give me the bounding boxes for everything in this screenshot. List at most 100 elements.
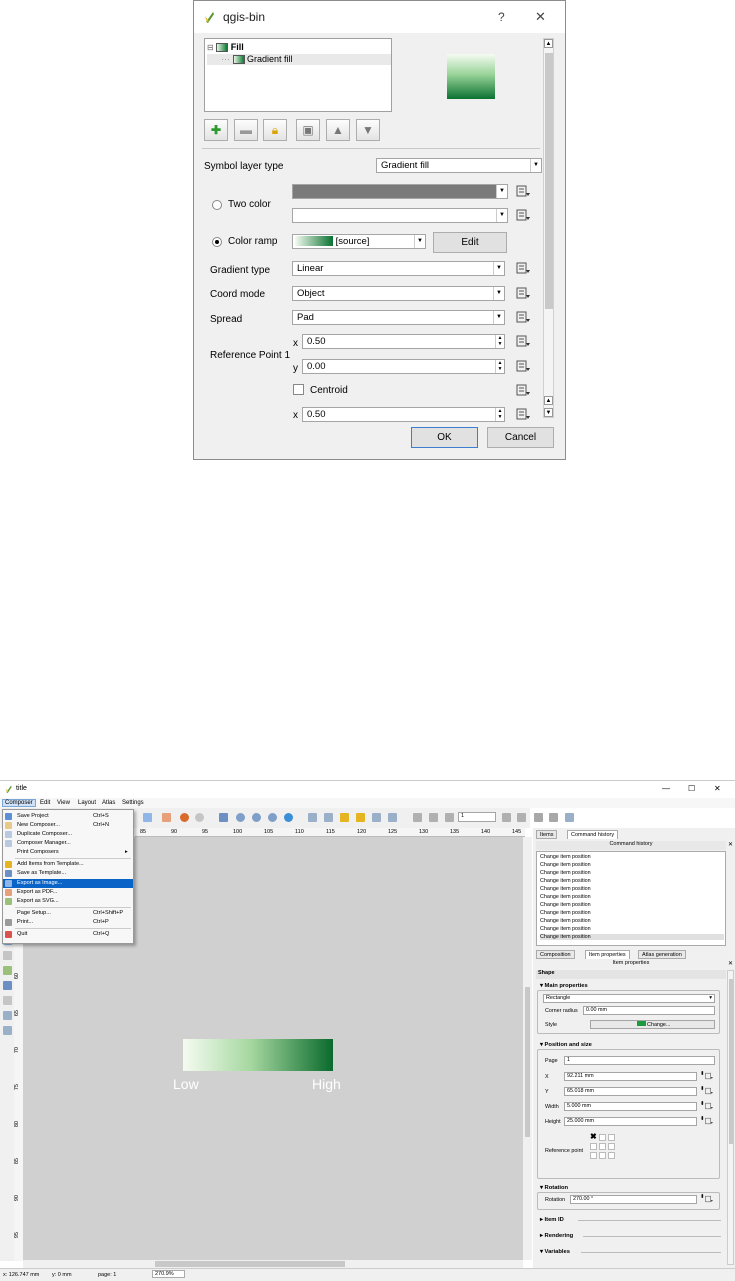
- zoom-in-icon[interactable]: [252, 813, 261, 822]
- edit-ramp-button[interactable]: Edit: [433, 232, 507, 253]
- data-defined-icon[interactable]: [516, 408, 532, 420]
- add-shape-icon[interactable]: [3, 966, 12, 975]
- add-html-icon[interactable]: [3, 1026, 12, 1035]
- next-feature-icon[interactable]: [502, 813, 511, 822]
- remove-layer-button[interactable]: ▬: [234, 119, 258, 141]
- export-pdf-icon[interactable]: [162, 813, 171, 822]
- spin-arrows-icon[interactable]: ▲ ▼: [495, 335, 504, 348]
- history-entry[interactable]: Change item position: [540, 894, 591, 900]
- tab-composition[interactable]: Composition: [536, 950, 575, 959]
- data-defined-icon[interactable]: [705, 1195, 714, 1203]
- menu-item-new-composer[interactable]: New Composer... Ctrl+N: [3, 821, 133, 830]
- canvas-vscrollbar[interactable]: [523, 837, 532, 1260]
- ref-point-cell[interactable]: [599, 1134, 606, 1141]
- lock-layer-button[interactable]: 🔒︎: [263, 119, 287, 141]
- duplicate-layer-button[interactable]: ▣: [296, 119, 320, 141]
- menu-composer[interactable]: Composer: [2, 799, 36, 807]
- ref-x-spinbox[interactable]: 0.50 ▲ ▼: [302, 334, 505, 349]
- x-field[interactable]: 92.211 mm: [564, 1072, 697, 1081]
- two-color-radio[interactable]: [212, 200, 222, 210]
- refresh-icon[interactable]: [284, 813, 293, 822]
- zoom-select[interactable]: 270.9%: [152, 1270, 185, 1278]
- zoom-100-icon[interactable]: [236, 813, 245, 822]
- atlas-settings-icon[interactable]: [565, 813, 574, 822]
- data-defined-icon[interactable]: [516, 185, 532, 197]
- history-entry[interactable]: Change item position: [540, 854, 591, 860]
- align-icon[interactable]: [388, 813, 397, 822]
- panel-scrollbar[interactable]: [727, 970, 734, 1265]
- history-list[interactable]: Change item position Change item position…: [536, 851, 726, 946]
- history-entry[interactable]: Change item position: [540, 910, 591, 916]
- menu-item-save-project[interactable]: Save Project Ctrl+S: [3, 812, 133, 821]
- print-atlas-icon[interactable]: [534, 813, 543, 822]
- spin-arrows-icon[interactable]: ⬍: [700, 1194, 705, 1200]
- data-defined-icon[interactable]: [516, 311, 532, 323]
- close-button[interactable]: ✕: [535, 9, 546, 25]
- width-field[interactable]: 5.000 mm: [564, 1102, 697, 1111]
- zoom-full-icon[interactable]: [219, 813, 228, 822]
- symbol-layer-type-select[interactable]: Gradient fill ▼: [376, 158, 542, 173]
- menu-item-print[interactable]: Print... Ctrl+P: [3, 918, 133, 927]
- scroll-down-icon[interactable]: ▼: [544, 408, 553, 417]
- centroid-checkbox[interactable]: [293, 384, 304, 395]
- ref-point-cell[interactable]: [608, 1152, 615, 1159]
- item-id-section[interactable]: ▸ Item ID: [540, 1217, 564, 1223]
- atlas-page-field[interactable]: 1: [458, 812, 496, 822]
- history-entry[interactable]: Change item position: [540, 918, 591, 924]
- menu-item-quit[interactable]: Quit Ctrl+Q: [3, 930, 133, 939]
- menu-edit[interactable]: Edit: [40, 800, 50, 806]
- menu-item-composer-manager[interactable]: Composer Manager...: [3, 839, 133, 848]
- position-size-section[interactable]: ▾ Position and size: [540, 1042, 592, 1048]
- data-defined-icon[interactable]: [705, 1087, 714, 1095]
- y-field[interactable]: 65.018 mm: [564, 1087, 697, 1096]
- zoom-out-icon[interactable]: [268, 813, 277, 822]
- rotation-section[interactable]: ▾ Rotation: [540, 1185, 568, 1191]
- ref-point-cell[interactable]: [608, 1143, 615, 1150]
- redo-icon[interactable]: [195, 813, 204, 822]
- history-close-icon[interactable]: ✕: [728, 841, 733, 848]
- history-entry[interactable]: Change item position: [540, 902, 591, 908]
- ref-y-spinbox[interactable]: 0.00 ▲ ▼: [302, 359, 505, 374]
- unlock-icon[interactable]: [356, 813, 365, 822]
- rotation-field[interactable]: 270.00 °: [570, 1195, 697, 1204]
- variables-section[interactable]: ▾ Variables: [540, 1249, 570, 1255]
- height-field[interactable]: 25.000 mm: [564, 1117, 697, 1126]
- props-close-icon[interactable]: ✕: [728, 960, 733, 967]
- ok-button[interactable]: OK: [411, 427, 478, 448]
- dialog-scrollbar[interactable]: ▲ ▲ ▼: [543, 38, 554, 418]
- collapse-icon[interactable]: ⊟: [207, 43, 214, 52]
- maximize-button[interactable]: ☐: [688, 784, 695, 793]
- gradient-legend-bar[interactable]: [183, 1039, 333, 1071]
- coord-mode-select[interactable]: Object ▼: [292, 286, 505, 301]
- tab-items[interactable]: Items: [536, 830, 558, 839]
- ref-point-cell[interactable]: [608, 1134, 615, 1141]
- history-entry[interactable]: Change item position: [540, 934, 724, 940]
- spin-arrows-icon[interactable]: ⬍: [700, 1116, 705, 1122]
- tab-atlas-generation[interactable]: Atlas generation: [638, 950, 686, 959]
- spin-arrows-icon[interactable]: ⬍: [700, 1071, 705, 1077]
- menu-item-add-from-template[interactable]: Add Items from Template...: [3, 860, 133, 869]
- menu-atlas[interactable]: Atlas: [102, 800, 115, 806]
- lock-icon[interactable]: [340, 813, 349, 822]
- window-close-button[interactable]: ✕: [714, 784, 721, 793]
- atlas-preview-icon[interactable]: [413, 813, 422, 822]
- menu-layout[interactable]: Layout: [78, 800, 96, 806]
- history-entry[interactable]: Change item position: [540, 870, 591, 876]
- panel-scroll-thumb[interactable]: [729, 979, 733, 1144]
- tree-item-fill[interactable]: ⊟ Fill: [207, 42, 387, 54]
- history-entry[interactable]: Change item position: [540, 926, 591, 932]
- history-entry[interactable]: Change item position: [540, 862, 591, 868]
- color-ramp-select[interactable]: [source] ▼: [292, 234, 426, 249]
- add-arrow-icon[interactable]: [3, 996, 12, 1005]
- move-up-button[interactable]: ▲: [326, 119, 350, 141]
- data-defined-icon[interactable]: [705, 1117, 714, 1125]
- tab-command-history[interactable]: Command history: [567, 830, 619, 839]
- ref-point-cell[interactable]: [599, 1152, 606, 1159]
- ref-point-cell[interactable]: [590, 1143, 597, 1150]
- cancel-button[interactable]: Cancel: [487, 427, 554, 448]
- raise-icon[interactable]: [372, 813, 381, 822]
- rendering-section[interactable]: ▸ Rendering: [540, 1233, 573, 1239]
- spin-arrows-icon[interactable]: ▲ ▼: [495, 408, 504, 421]
- export-atlas-icon[interactable]: [549, 813, 558, 822]
- add-scalebar-icon[interactable]: [3, 951, 12, 960]
